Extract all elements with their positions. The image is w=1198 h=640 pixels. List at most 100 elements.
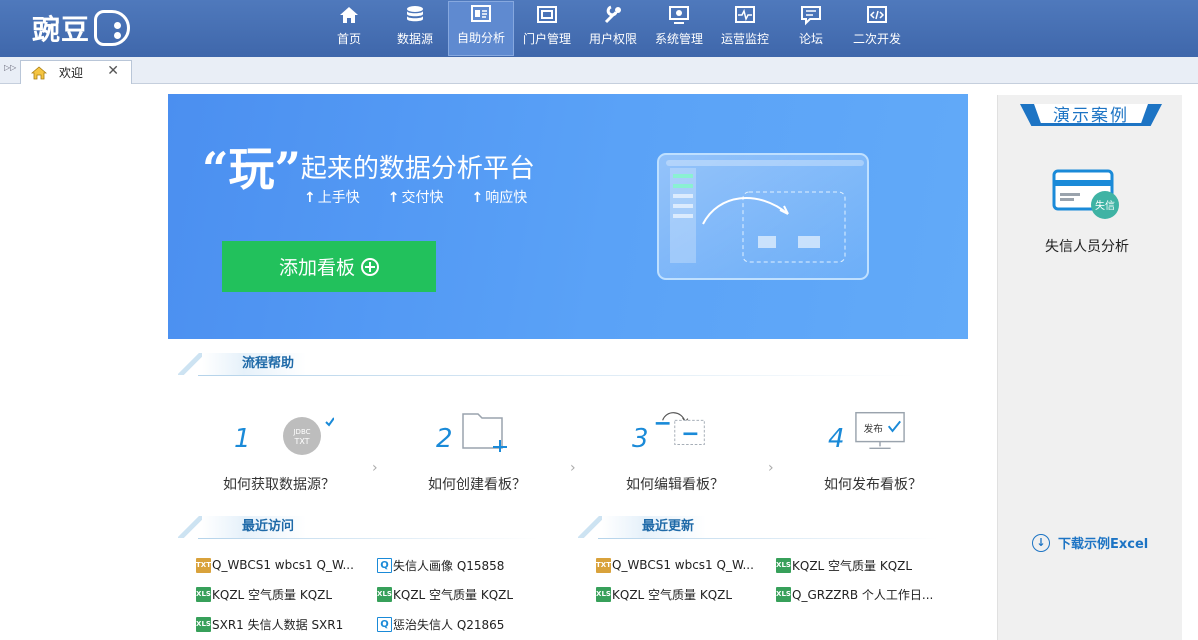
- download-excel-label: 下载示例Excel: [1058, 537, 1149, 552]
- step-text: 如何编辑看板？: [626, 477, 724, 493]
- demo-cases-header: 演示案例: [1020, 104, 1162, 126]
- pulse-icon: [734, 4, 756, 26]
- portal-icon: [536, 4, 558, 26]
- nav-ops-monitor[interactable]: 运营监控: [712, 0, 778, 56]
- process-help-title: 流程帮助: [202, 353, 307, 375]
- svg-text:JDBC: JDBC: [292, 428, 310, 436]
- step-text: 如何发布看板？: [824, 477, 922, 493]
- feature-item: ↑ 响应快: [471, 190, 528, 206]
- collapse-sidebar-icon[interactable]: ▷▷: [4, 63, 16, 72]
- svg-text:失信: 失信: [1095, 199, 1115, 212]
- jdbc-txt-icon: JDBC TXT: [283, 417, 334, 455]
- nav-forum[interactable]: 论坛: [778, 0, 844, 56]
- recent-visits-header: 最近访问: [178, 515, 538, 539]
- banner-subtitle: 起来的数据分析平台: [300, 154, 535, 184]
- query-file-icon: Q: [377, 616, 392, 632]
- step-number: 4: [828, 424, 845, 454]
- recent-update-item[interactable]: XLS KQZL 空气质量 KQZL: [596, 585, 732, 603]
- wrench-icon: [602, 4, 624, 26]
- app-logo[interactable]: 豌豆: [32, 6, 131, 50]
- recent-update-item[interactable]: TXT Q_WBCS1 wbcs1 Q_W...: [596, 556, 754, 574]
- logo-b-icon: [94, 10, 131, 46]
- recent-visit-item[interactable]: Q 惩治失信人 Q21865: [377, 615, 504, 633]
- xls-file-icon: XLS: [196, 586, 211, 602]
- svg-text:TXT: TXT: [293, 437, 309, 446]
- step-number: 2: [436, 424, 453, 454]
- up-arrow-icon: ↑: [471, 190, 484, 206]
- step-get-datasource[interactable]: 1 JDBC TXT 如何获取数据源？: [194, 404, 364, 494]
- banner-quote: “玩”: [202, 142, 301, 196]
- recent-update-item[interactable]: XLS KQZL 空气质量 KQZL: [776, 556, 912, 574]
- recent-visit-item[interactable]: XLS SXR1 失信人数据 SXR1: [196, 615, 343, 633]
- feature-item: ↑ 交付快: [387, 190, 444, 206]
- step-publish-board[interactable]: 4 发布 如何发布看板？: [788, 404, 958, 494]
- nav-home[interactable]: 首页: [316, 0, 382, 56]
- banner-illustration: [657, 153, 869, 280]
- recent-visits-title: 最近访问: [202, 516, 307, 538]
- nav-datasource[interactable]: 数据源: [382, 0, 448, 56]
- recent-updates-header: 最近更新: [578, 515, 938, 539]
- recent-visit-item[interactable]: XLS KQZL 空气质量 KQZL: [196, 585, 332, 603]
- xls-file-icon: XLS: [776, 586, 791, 602]
- add-board-button[interactable]: 添加看板: [222, 241, 436, 292]
- nav-portal-label: 门户管理: [522, 32, 571, 46]
- nav-dev-label: 二次开发: [852, 32, 901, 46]
- hero-banner: “玩” 起来的数据分析平台 ↑ 上手快 ↑ 交付快 ↑ 响应快 添加看板: [168, 94, 968, 339]
- step-create-board[interactable]: 2 如何创建看板？: [392, 404, 562, 494]
- xls-file-icon: XLS: [596, 586, 611, 602]
- tab-welcome[interactable]: 欢迎 ✕: [20, 60, 132, 84]
- publish-icon: 发布: [855, 411, 905, 450]
- nav-system-management[interactable]: 系统管理: [646, 0, 712, 56]
- home-icon: [338, 4, 360, 26]
- logo-text: 豌豆: [32, 13, 91, 46]
- nav-portal[interactable]: 门户管理: [514, 0, 580, 56]
- analysis-icon: [470, 3, 492, 25]
- download-excel-link[interactable]: ↓ 下载示例Excel: [1032, 533, 1148, 552]
- nav-user-permissions-label: 用户权限: [588, 32, 637, 46]
- add-board-label: 添加看板: [278, 257, 355, 279]
- banner-features: ↑ 上手快 ↑ 交付快 ↑ 响应快: [304, 187, 527, 207]
- recent-visit-item[interactable]: TXT Q_WBCS1 wbcs1 Q_W...: [196, 556, 354, 574]
- step-text: 如何创建看板？: [428, 477, 526, 493]
- nav-user-permissions[interactable]: 用户权限: [580, 0, 646, 56]
- xls-file-icon: XLS: [377, 586, 392, 602]
- recent-updates-title: 最近更新: [602, 516, 707, 538]
- txt-file-icon: TXT: [196, 557, 211, 573]
- edit-board-icon: [655, 412, 705, 446]
- recent-update-item[interactable]: XLS Q_GRZZRB 个人工作日...: [776, 585, 933, 603]
- nav-ops-monitor-label: 运营监控: [720, 32, 769, 46]
- xls-file-icon: XLS: [776, 557, 791, 573]
- tab-welcome-label: 欢迎: [59, 66, 84, 80]
- step-text: 如何获取数据源？: [223, 477, 335, 493]
- demo-cases-title: 演示案例: [1034, 104, 1148, 123]
- xls-file-icon: XLS: [196, 616, 211, 632]
- new-folder-icon: [462, 413, 507, 452]
- tab-strip: ▷▷ 欢迎 ✕: [0, 57, 1198, 84]
- demo-sidebar: 演示案例 失信 失信人员分析 ↓ 下载示例Excel: [997, 95, 1182, 640]
- step-edit-board[interactable]: 3 如何编辑看板？: [590, 404, 760, 494]
- credit-card-icon[interactable]: 失信: [1052, 167, 1122, 227]
- step-number: 3: [632, 424, 649, 454]
- nav-forum-label: 论坛: [798, 32, 823, 46]
- up-arrow-icon: ↑: [387, 190, 400, 206]
- up-arrow-icon: ↑: [304, 190, 316, 206]
- recent-visit-item[interactable]: Q 失信人画像 Q15858: [377, 556, 504, 574]
- top-bar: 豌豆 首页 数据源 自助分析 门户管理 用户权限 系统管理 运营监控 论坛 二次…: [0, 0, 1198, 57]
- nav-datasource-label: 数据源: [396, 32, 433, 46]
- download-icon: ↓: [1032, 533, 1050, 552]
- nav-self-analysis-label: 自助分析: [456, 31, 505, 45]
- nav-system-management-label: 系统管理: [654, 32, 703, 46]
- feature-item: ↑ 上手快: [304, 190, 360, 206]
- code-icon: [866, 4, 888, 26]
- close-icon[interactable]: ✕: [107, 63, 119, 79]
- nav-dev[interactable]: 二次开发: [844, 0, 910, 56]
- monitor-icon: [668, 4, 690, 26]
- demo-case-label[interactable]: 失信人员分析: [998, 236, 1176, 256]
- nav-home-label: 首页: [336, 32, 361, 46]
- txt-file-icon: TXT: [596, 557, 611, 573]
- svg-text:发布: 发布: [864, 423, 884, 435]
- nav-self-analysis[interactable]: 自助分析: [448, 1, 514, 56]
- process-help-header: 流程帮助: [178, 352, 918, 376]
- database-icon: [404, 4, 426, 26]
- recent-visit-item[interactable]: XLS KQZL 空气质量 KQZL: [377, 585, 513, 603]
